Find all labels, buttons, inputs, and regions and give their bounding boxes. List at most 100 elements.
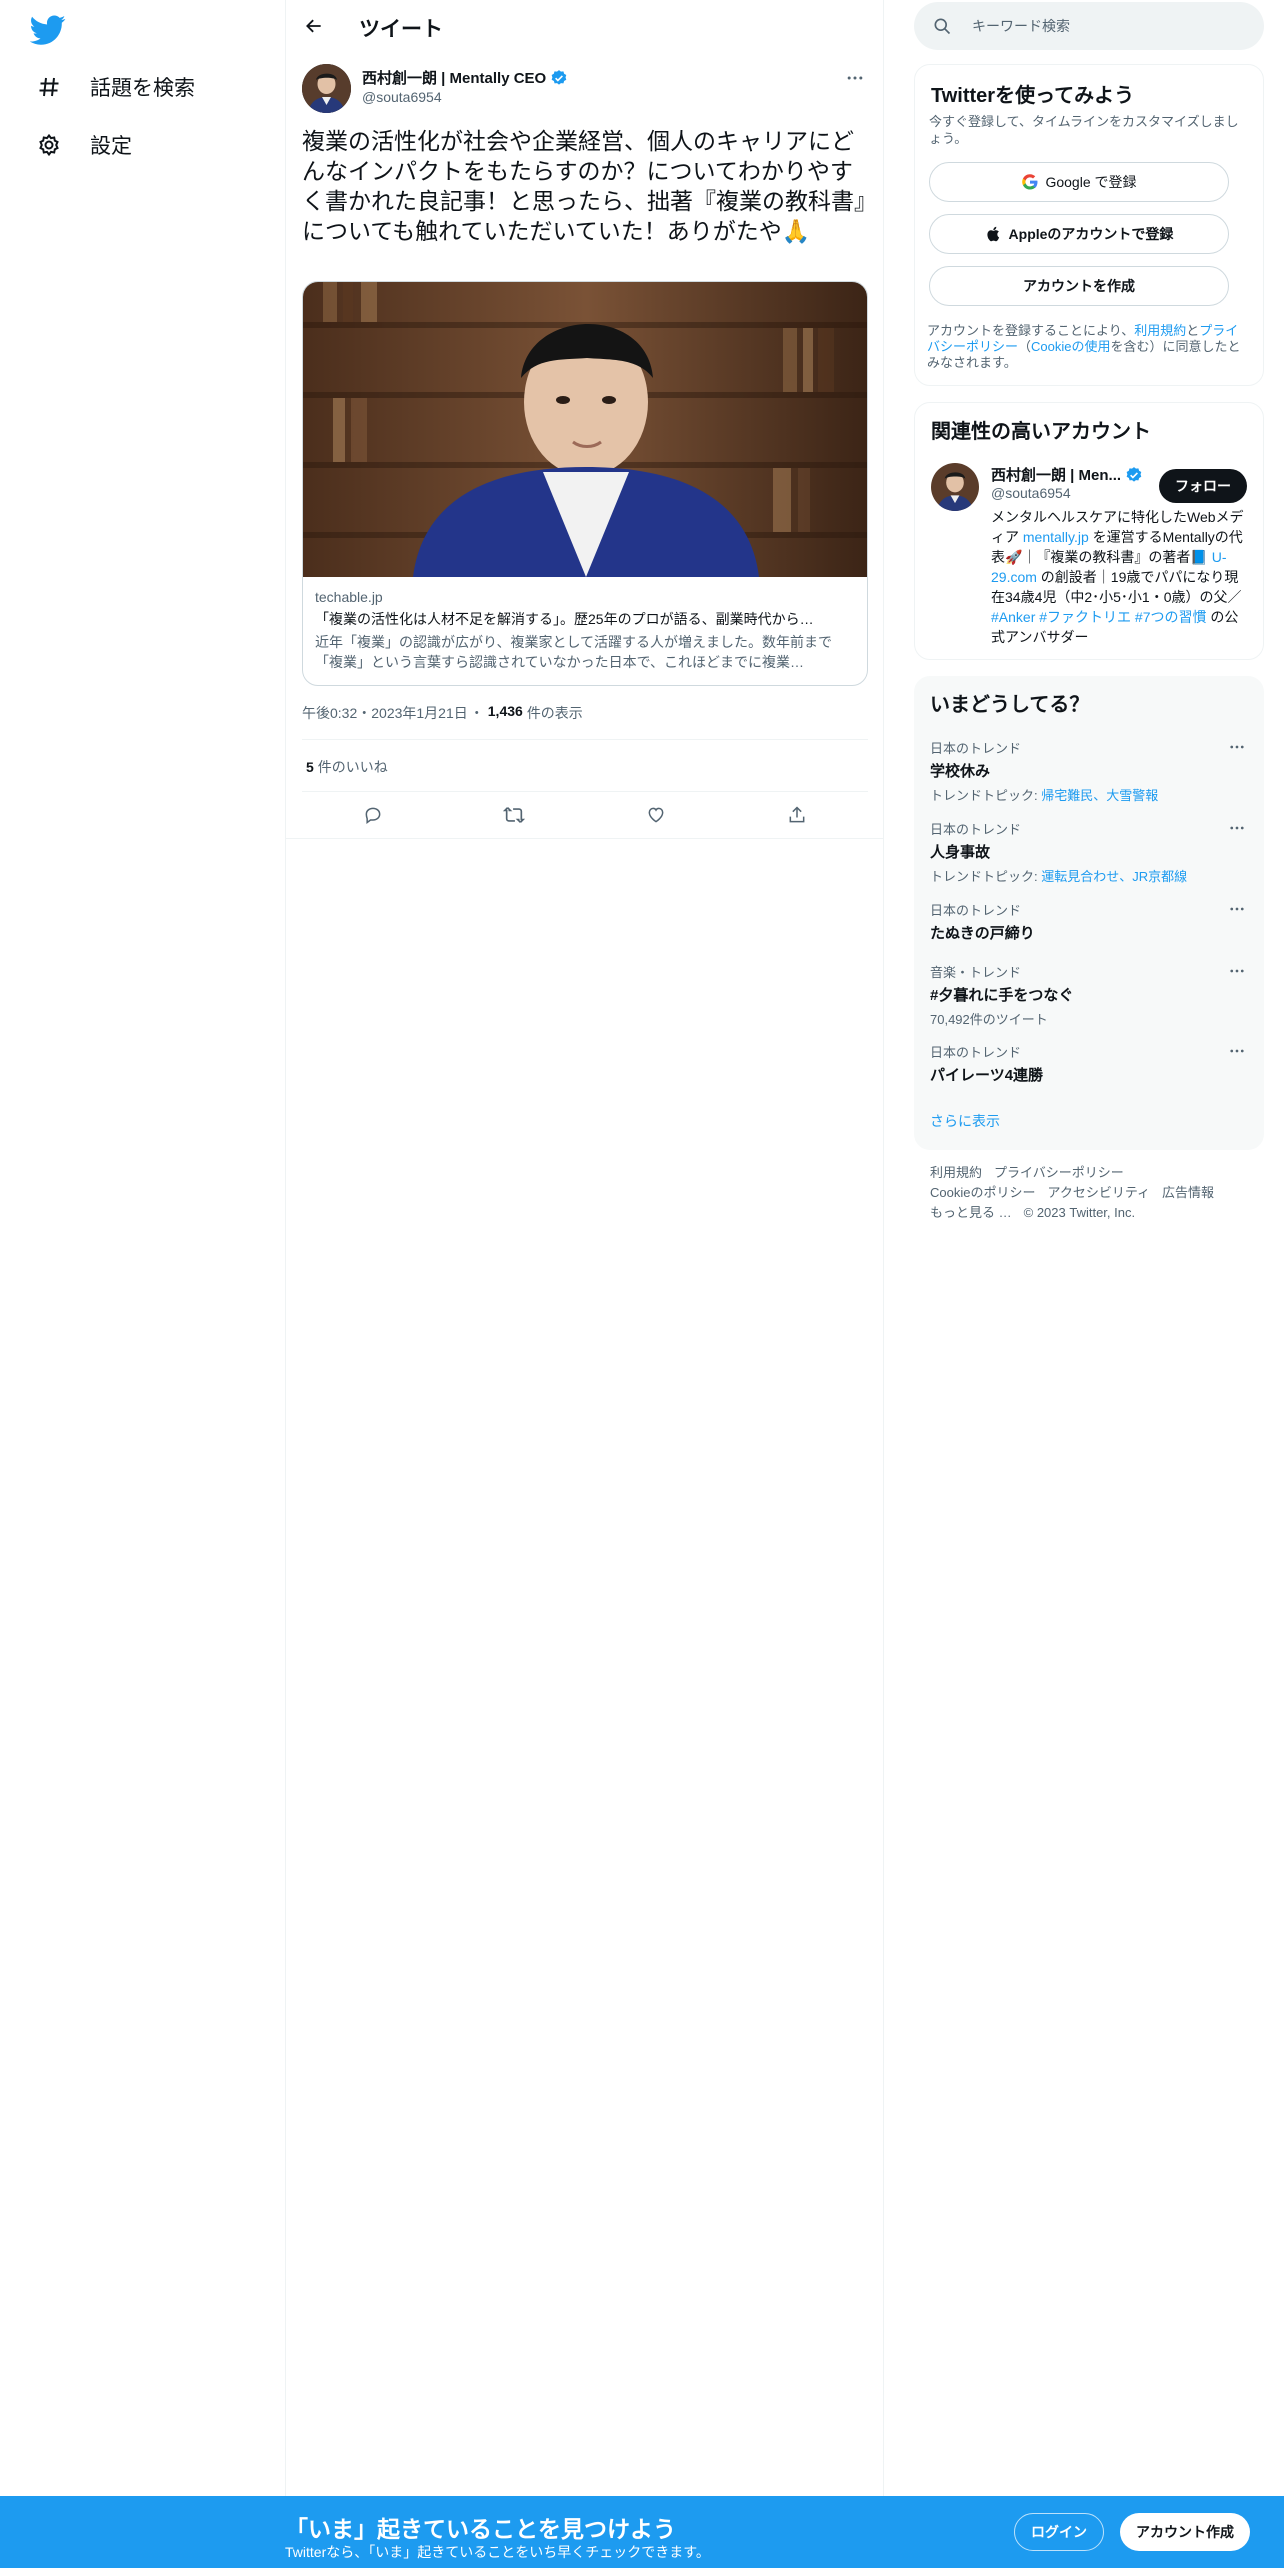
relevant-avatar[interactable] <box>931 463 979 511</box>
tweet-meta: 午後0:32・2023年1月21日 ・ 1,436 件の表示 <box>302 703 583 723</box>
likes-count: 5 <box>306 759 314 775</box>
verified-badge-icon <box>551 69 567 85</box>
verified-badge-icon <box>1126 466 1142 482</box>
heart-icon <box>648 807 664 823</box>
search-input[interactable] <box>972 18 1252 34</box>
footer-accessibility-link[interactable]: アクセシビリティ <box>1047 1185 1150 1200</box>
relevant-name-row[interactable]: 西村創一朗 | Men... <box>991 464 1143 485</box>
trend-more-button[interactable] <box>1226 898 1248 920</box>
bio-link[interactable]: mentally.jp <box>1023 529 1089 545</box>
bottom-bar-subtitle: Twitterなら、「いま」起きていることをいち早くチェックできます。 <box>285 2544 710 2560</box>
hashtag-icon <box>36 74 62 100</box>
author-name-row[interactable]: 西村創一朗 | Mentally CEO <box>362 67 568 88</box>
like-button[interactable] <box>636 795 676 835</box>
nav-settings[interactable]: 設定 <box>22 120 146 170</box>
bottom-signup-bar: 「いま」起きていることを見つけよう Twitterなら、「いま」起きていることを… <box>0 2496 1284 2568</box>
apple-signup-button[interactable]: Appleのアカウントで登録 <box>929 214 1229 254</box>
google-signup-button[interactable]: Google で登録 <box>929 162 1229 202</box>
trend-name: #夕暮れに手をつなぐ <box>930 987 1074 1004</box>
trend-sub-prefix: トレンドトピック: <box>930 869 1042 884</box>
author-handle[interactable]: @souta6954 <box>362 89 442 105</box>
footer-copyright: © 2023 Twitter, Inc. <box>1023 1205 1136 1220</box>
login-label: ログイン <box>1031 2524 1087 2540</box>
link-card[interactable]: techable.jp 「複業の活性化は人材不足を解消する」。歴25年のプロが語… <box>302 281 868 686</box>
legal-and: と <box>1186 323 1200 338</box>
trend-subtext: トレンドトピック: 運転見合わせ、JR京都線 <box>930 866 1248 885</box>
trend-name: たぬきの戸締り <box>930 925 1035 942</box>
meta-separator: ・ <box>469 705 484 721</box>
trends-panel: いまどうしてる？ 日本のトレンド 学校休み トレンドトピック: 帰宅難民、大雪警… <box>914 676 1264 1150</box>
trend-tweet-count: 70,492件のツイート <box>930 1012 1048 1027</box>
login-button[interactable]: ログイン <box>1014 2513 1104 2551</box>
page-title: ツイート <box>359 18 443 41</box>
trend-more-button[interactable] <box>1226 817 1248 839</box>
back-button[interactable] <box>296 8 332 44</box>
divider <box>302 791 868 792</box>
gear-icon <box>36 132 62 158</box>
retweet-icon <box>503 807 526 823</box>
more-horizontal-icon <box>1230 907 1244 911</box>
trend-more-button[interactable] <box>1226 960 1248 982</box>
author-name[interactable]: 西村創一朗 | Mentally CEO <box>362 67 546 88</box>
legal-terms-link[interactable]: 利用規約 <box>1134 323 1186 338</box>
trend-topic-links[interactable]: 運転見合わせ、JR京都線 <box>1041 869 1187 884</box>
more-horizontal-icon <box>1230 969 1244 973</box>
card-title: 「複業の活性化は人材不足を解消する」。歴25年のプロが語る、副業時代から… <box>315 611 814 627</box>
signup-label: アカウント作成 <box>1136 2524 1234 2540</box>
tweet-timestamp[interactable]: 午後0:32・2023年1月21日 <box>302 703 468 723</box>
signup-title: Twitterを使ってみよう <box>931 85 1135 107</box>
signup-panel: Twitterを使ってみよう 今すぐ登録して、タイムラインをカスタマイズしましょ… <box>914 64 1264 386</box>
trend-category: 日本のトレンド <box>930 741 1022 756</box>
trend-category: 日本のトレンド <box>930 1045 1022 1060</box>
footer-privacy-link[interactable]: プライバシーポリシー <box>994 1165 1124 1180</box>
footer-cookie-link[interactable]: Cookieのポリシー <box>930 1185 1035 1200</box>
trend-item[interactable]: 日本のトレンド 人身事故 トレンドトピック: 運転見合わせ、JR京都線 <box>930 819 1248 885</box>
bio-hashtags[interactable]: #Anker #ファクトリエ #7つの習慣 <box>991 609 1207 625</box>
footer-more-link[interactable]: もっと見る … <box>930 1205 1012 1220</box>
signup-button[interactable]: アカウント作成 <box>1120 2513 1250 2551</box>
more-horizontal-icon <box>1230 745 1244 749</box>
share-button[interactable] <box>777 795 817 835</box>
share-icon <box>789 806 805 823</box>
more-horizontal-icon <box>847 76 863 80</box>
signup-subtitle: 今すぐ登録して、タイムラインをカスタマイズしましょう。 <box>929 114 1239 146</box>
reply-button[interactable] <box>353 795 393 835</box>
trend-more-button[interactable] <box>1226 1040 1248 1062</box>
google-icon <box>1021 173 1039 191</box>
footer-ads-link[interactable]: 広告情報 <box>1162 1185 1214 1200</box>
nav-settings-label: 設定 <box>90 135 132 158</box>
search-box[interactable] <box>914 2 1264 50</box>
trend-category: 日本のトレンド <box>930 903 1022 918</box>
create-account-button[interactable]: アカウントを作成 <box>929 266 1229 306</box>
footer-links: 利用規約 プライバシーポリシー Cookieのポリシー アクセシビリティ 広告情報 も… <box>930 1163 1250 1223</box>
trend-more-button[interactable] <box>1226 736 1248 758</box>
relevant-name[interactable]: 西村創一朗 | Men... <box>991 464 1121 485</box>
card-body: techable.jp 「複業の活性化は人材不足を解消する」。歴25年のプロが語… <box>303 577 867 684</box>
trend-item[interactable]: 日本のトレンド パイレーツ4連勝 <box>930 1042 1248 1085</box>
retweet-button[interactable] <box>494 795 534 835</box>
trend-item[interactable]: 日本のトレンド たぬきの戸締り <box>930 900 1248 943</box>
more-horizontal-icon <box>1230 826 1244 830</box>
legal-prefix: アカウントを登録することにより、 <box>927 323 1135 338</box>
tweet-more-button[interactable] <box>841 64 869 92</box>
trend-item[interactable]: 日本のトレンド 学校休み トレンドトピック: 帰宅難民、大雪警報 <box>930 738 1248 804</box>
main-column: ツイート 西村創一朗 | Mentally CEO @souta6954 複業の… <box>286 0 884 2496</box>
trend-item[interactable]: 音楽・トレンド #夕暮れに手をつなぐ 70,492件のツイート <box>930 962 1248 1028</box>
show-more-link[interactable]: さらに表示 <box>930 1111 1000 1131</box>
legal-cookie-link[interactable]: Cookieの使用 <box>1031 339 1110 354</box>
twitter-bird-icon[interactable] <box>29 12 66 48</box>
card-description: 近年「複業」の認識が広がり、複業家として活躍する人が増えました。数年前まで「複業… <box>315 634 833 670</box>
nav-explore[interactable]: 話題を検索 <box>22 62 209 112</box>
trend-sub-prefix: トレンドトピック: <box>930 788 1042 803</box>
likes-row[interactable]: 5 件のいいね <box>306 757 388 777</box>
left-navigation: 話題を検索 設定 <box>0 0 286 2496</box>
author-avatar[interactable] <box>302 64 351 113</box>
relevant-handle[interactable]: @souta6954 <box>991 485 1071 501</box>
follow-button[interactable]: フォロー <box>1159 469 1247 503</box>
views-label: 件の表示 <box>526 705 583 721</box>
footer-terms-link[interactable]: 利用規約 <box>930 1165 982 1180</box>
trend-name: 学校休み <box>930 763 991 780</box>
trend-topic-links[interactable]: 帰宅難民、大雪警報 <box>1041 788 1158 803</box>
create-account-label: アカウントを作成 <box>1023 278 1135 294</box>
trend-name: パイレーツ4連勝 <box>930 1067 1044 1084</box>
